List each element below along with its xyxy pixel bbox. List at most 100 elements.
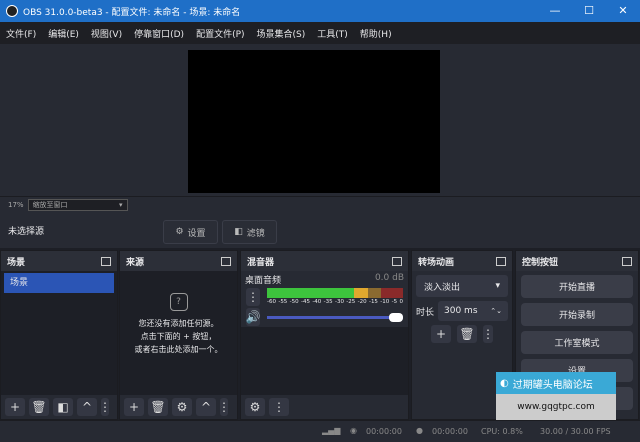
watermark-url: www.gqgtpc.com [517,402,595,412]
duration-spinbox[interactable]: 300 ms ⌃⌄ [438,301,508,321]
sources-list[interactable]: ? 您还没有添加任何源。 点击下面的 + 按钮， 或者右击此处添加一个。 [120,271,237,395]
duration-label: 时长 [416,307,435,318]
filters-label: 滤镜 [246,228,265,239]
meter-tick: -50 [289,299,299,305]
undock-icon[interactable] [622,256,632,266]
meter-tick: -40 [312,299,322,305]
add-icon[interactable]: + [124,398,144,416]
scene-item[interactable]: 场景 [4,273,114,293]
studio-mode-button[interactable]: 工作室模式 [521,331,633,354]
undock-icon[interactable] [101,256,111,266]
meter-ticks: -60 -55 -50 -45 -40 -35 -30 -25 -20 -15 -10 -5 0 [267,299,403,305]
menu-edit[interactable]: 编辑(E) [42,27,85,40]
chevron-up-icon[interactable]: ^ [77,398,97,416]
speaker-icon[interactable]: 🔊 [246,308,260,326]
mixer-dock: 混音器 桌面音频 0.0 dB ⋮ -60 -55 -50 -45 -40 -35 -30-… [240,250,409,420]
more-icon[interactable]: ⋮ [218,398,230,416]
obs-logo-icon [6,5,18,17]
fps: 30.00 / 30.00 FPS [540,427,611,436]
watermark-name: 过期罐头电脑论坛 [512,379,593,391]
meter-tick: -25 [346,299,356,305]
menu-scene-collection[interactable]: 场景集合(S) [251,27,312,40]
stream-time: 00:00:00 [366,427,402,436]
duration-value: 300 ms [444,306,478,316]
status-bar: ▂▄▆ ◉ 00:00:00 ● 00:00:00 CPU: 0.8% 30.0… [0,420,640,442]
trash-icon[interactable]: 🗑 [148,398,168,416]
transition-select[interactable]: 淡入淡出 ▾ [416,275,508,297]
trash-icon[interactable]: 🗑 [29,398,49,416]
more-icon[interactable]: ⋮ [246,288,260,306]
start-recording-button[interactable]: 开始录制 [521,303,633,326]
empty-hint-1: 您还没有添加任何源。 [138,319,219,328]
zoom-mode-select[interactable]: 缩放至窗口 ▾ [27,199,128,211]
sources-title: 来源 [126,257,145,268]
question-icon: ? [169,293,188,311]
meter-tick: 0 [399,299,403,305]
spin-arrows-icon[interactable]: ⌃⌄ [490,307,502,315]
mixer-title: 混音器 [247,257,275,268]
settings-label: 设置 [187,228,206,239]
preview-canvas[interactable] [188,50,440,193]
channel-name: 桌面音频 [245,276,282,286]
source-filters-button[interactable]: ◧ 滤镜 [222,220,277,244]
add-icon[interactable]: + [5,398,25,416]
menu-tools[interactable]: 工具(T) [311,27,354,40]
record-icon: ● [416,426,423,435]
zoom-percent: 17% [8,201,24,209]
network-icon: ▂▄▆ [322,426,341,435]
meter-tick: -55 [278,299,288,305]
menu-bar: 文件(F) 编辑(E) 视图(V) 停靠窗口(D) 配置文件(P) 场景集合(S… [0,22,640,44]
undock-icon[interactable] [392,256,402,266]
meter-tick: -30 [334,299,344,305]
minimize-button[interactable]: — [538,0,572,22]
scenes-title: 场景 [7,257,26,268]
stream-icon: ◉ [350,426,357,435]
preview-zoom-row: 17% 缩放至窗口 ▾ [0,196,640,213]
scenes-dock: 场景 场景 + 🗑 ◧ ^ ⋮ [0,250,118,420]
source-settings-button[interactable]: ⚙ 设置 [163,220,218,244]
meter-tick: -20 [357,299,367,305]
maximize-button[interactable]: ☐ [572,0,606,22]
meter-tick: -10 [380,299,390,305]
empty-hint-3: 或者右击此处添加一个。 [134,345,223,354]
meter-tick: -45 [300,299,310,305]
record-time: 00:00:00 [432,427,468,436]
more-icon[interactable]: ⋮ [482,325,494,343]
transition-value: 淡入淡出 [424,282,461,293]
add-icon[interactable]: + [431,325,451,343]
close-button[interactable]: ✕ [606,0,640,22]
source-toolbar: 未选择源 [0,213,640,248]
meter-tick: -5 [391,299,398,305]
undock-icon[interactable] [496,256,506,266]
trash-icon[interactable]: 🗑 [457,325,477,343]
meter-tick: -60 [267,299,276,305]
menu-file[interactable]: 文件(F) [0,27,42,40]
more-icon[interactable]: ⋮ [269,398,289,416]
gear-icon[interactable]: ⚙ [172,398,192,416]
volume-slider-handle[interactable] [389,313,403,322]
title-bar: OBS 31.0.0-beta3 - 配置文件: 未命名 - 场景: 未命名 —… [0,0,640,22]
undock-icon[interactable] [221,256,231,266]
chevron-up-icon[interactable]: ^ [196,398,216,416]
menu-help[interactable]: 帮助(H) [354,27,398,40]
window-title: OBS 31.0.0-beta3 - 配置文件: 未命名 - 场景: 未命名 [23,7,241,18]
preview-area [0,44,640,196]
watermark-logo-icon: ◐ [500,377,509,389]
channel-db: 0.0 dB [374,273,404,283]
empty-hint-2: 点击下面的 + 按钮， [140,332,217,341]
advanced-audio-icon[interactable]: ⚙ [245,398,265,416]
meter-tick: -15 [368,299,378,305]
menu-profile[interactable]: 配置文件(P) [190,27,250,40]
start-streaming-button[interactable]: 开始直播 [521,275,633,298]
cpu-usage: CPU: 0.8% [481,427,523,436]
gear-icon: ⚙ [175,227,184,237]
chevron-down-icon: ▾ [119,201,123,209]
menu-docks[interactable]: 停靠窗口(D) [128,27,190,40]
chevron-down-icon: ▾ [495,281,500,291]
filter-icon[interactable]: ◧ [53,398,73,416]
more-icon[interactable]: ⋮ [99,398,111,416]
no-source-label: 未选择源 [8,227,45,237]
volume-meter [267,288,403,298]
menu-view[interactable]: 视图(V) [85,27,128,40]
volume-slider[interactable] [267,313,403,322]
